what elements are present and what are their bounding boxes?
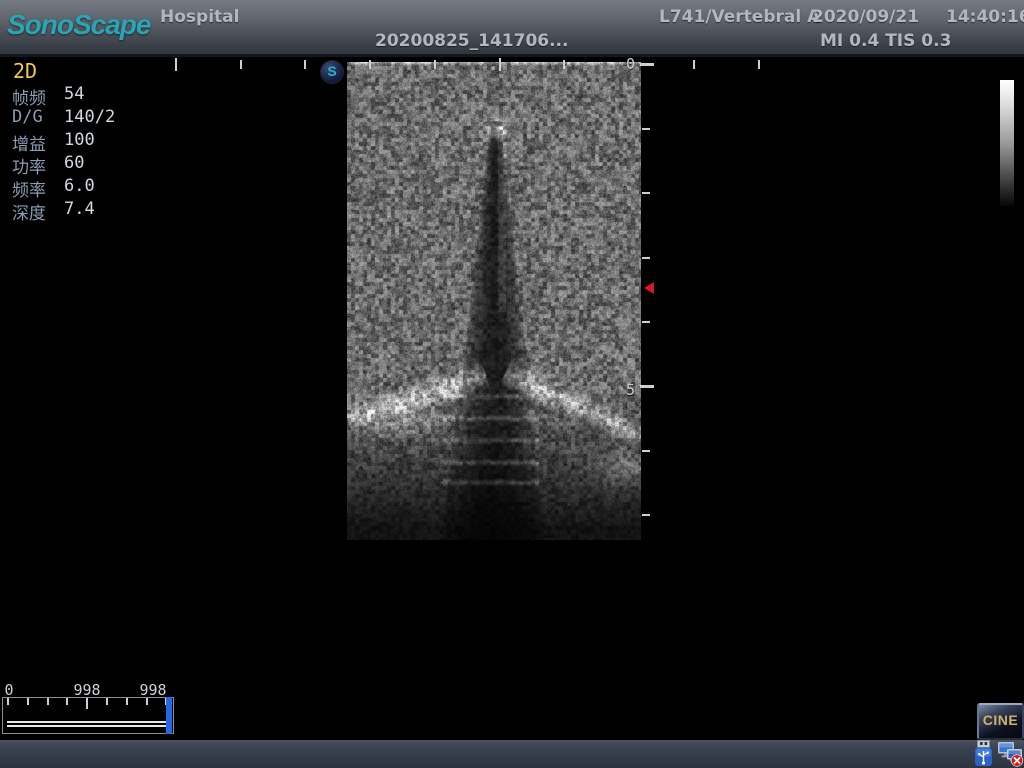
param-row-frequency: 频率 6.0 bbox=[0, 176, 170, 199]
param-value: 100 bbox=[64, 130, 95, 150]
brand-logo: SonoScape bbox=[7, 9, 150, 41]
exam-id: 20200825_141706... bbox=[375, 31, 568, 51]
ruler-tick bbox=[240, 60, 242, 69]
cine-track-line bbox=[7, 725, 169, 727]
mode-indicator: 2D bbox=[13, 59, 37, 83]
mi-tis-readout: MI 0.4 TIS 0.3 bbox=[820, 31, 951, 51]
ruler-tick bbox=[499, 58, 501, 71]
cine-tick bbox=[47, 698, 49, 705]
ruler-tick bbox=[642, 192, 650, 194]
param-row-framerate: 帧频 54 bbox=[0, 84, 170, 107]
param-label: 频率 bbox=[12, 176, 46, 201]
param-row-depth: 深度 7.4 bbox=[0, 199, 170, 222]
param-row-power: 功率 60 bbox=[0, 153, 170, 176]
param-row-gain: 增益 100 bbox=[0, 130, 170, 153]
hospital-name: Hospital bbox=[160, 7, 239, 27]
param-label: 功率 bbox=[12, 153, 46, 178]
ruler-tick bbox=[693, 60, 695, 69]
param-value: 60 bbox=[64, 153, 84, 173]
ruler-tick bbox=[758, 60, 760, 69]
cine-tick bbox=[146, 698, 148, 705]
ultrasound-image bbox=[347, 62, 641, 540]
depth-label-5: 5 bbox=[626, 381, 635, 399]
cine-scrollbar[interactable] bbox=[2, 697, 174, 734]
clock-time: 14:40:16 bbox=[946, 7, 1024, 27]
cine-tick bbox=[7, 698, 9, 705]
param-value: 54 bbox=[64, 84, 84, 104]
cine-tick bbox=[66, 698, 68, 705]
ruler-tick bbox=[642, 257, 650, 259]
ruler-tick bbox=[642, 321, 650, 323]
param-label: 增益 bbox=[12, 130, 46, 155]
ruler-tick bbox=[175, 58, 177, 71]
usb-device-icon[interactable] bbox=[972, 740, 995, 767]
ruler-tick bbox=[434, 60, 436, 69]
cine-tick bbox=[86, 698, 88, 709]
param-label: 深度 bbox=[12, 199, 46, 224]
depth-label-0: 0 bbox=[626, 55, 635, 73]
ruler-tick bbox=[640, 385, 654, 388]
ultrasound-screen: SonoScape Hospital 20200825_141706... L7… bbox=[0, 0, 1024, 768]
ruler-tick bbox=[642, 128, 650, 130]
ruler-tick bbox=[369, 60, 371, 69]
exam-date: 2020/09/21 bbox=[812, 7, 919, 27]
ruler-tick bbox=[304, 60, 306, 69]
param-value: 7.4 bbox=[64, 199, 95, 219]
network-error-icon[interactable] bbox=[997, 740, 1024, 767]
param-value: 140/2 bbox=[64, 107, 115, 127]
ruler-tick bbox=[563, 60, 565, 69]
focus-marker-icon bbox=[644, 282, 654, 294]
ruler-tick bbox=[642, 450, 650, 452]
cine-tick bbox=[106, 698, 108, 705]
cine-tick bbox=[27, 698, 29, 705]
top-status-bar: SonoScape Hospital 20200825_141706... L7… bbox=[0, 0, 1024, 57]
taskbar bbox=[0, 740, 1024, 768]
param-label: 帧频 bbox=[12, 84, 46, 109]
cine-position-handle[interactable] bbox=[166, 697, 172, 734]
cine-track-line bbox=[7, 721, 169, 723]
probe-preset: L741/Vertebral A bbox=[659, 7, 820, 27]
orientation-marker-icon: S bbox=[320, 60, 344, 84]
param-label: D/G bbox=[12, 107, 43, 127]
cine-button[interactable]: CINE bbox=[977, 703, 1024, 740]
cine-tick bbox=[126, 698, 128, 705]
ruler-tick bbox=[642, 514, 650, 516]
param-row-dg: D/G 140/2 bbox=[0, 107, 170, 130]
param-value: 6.0 bbox=[64, 176, 95, 196]
ruler-tick bbox=[640, 63, 654, 66]
grayscale-bar bbox=[1000, 80, 1014, 206]
